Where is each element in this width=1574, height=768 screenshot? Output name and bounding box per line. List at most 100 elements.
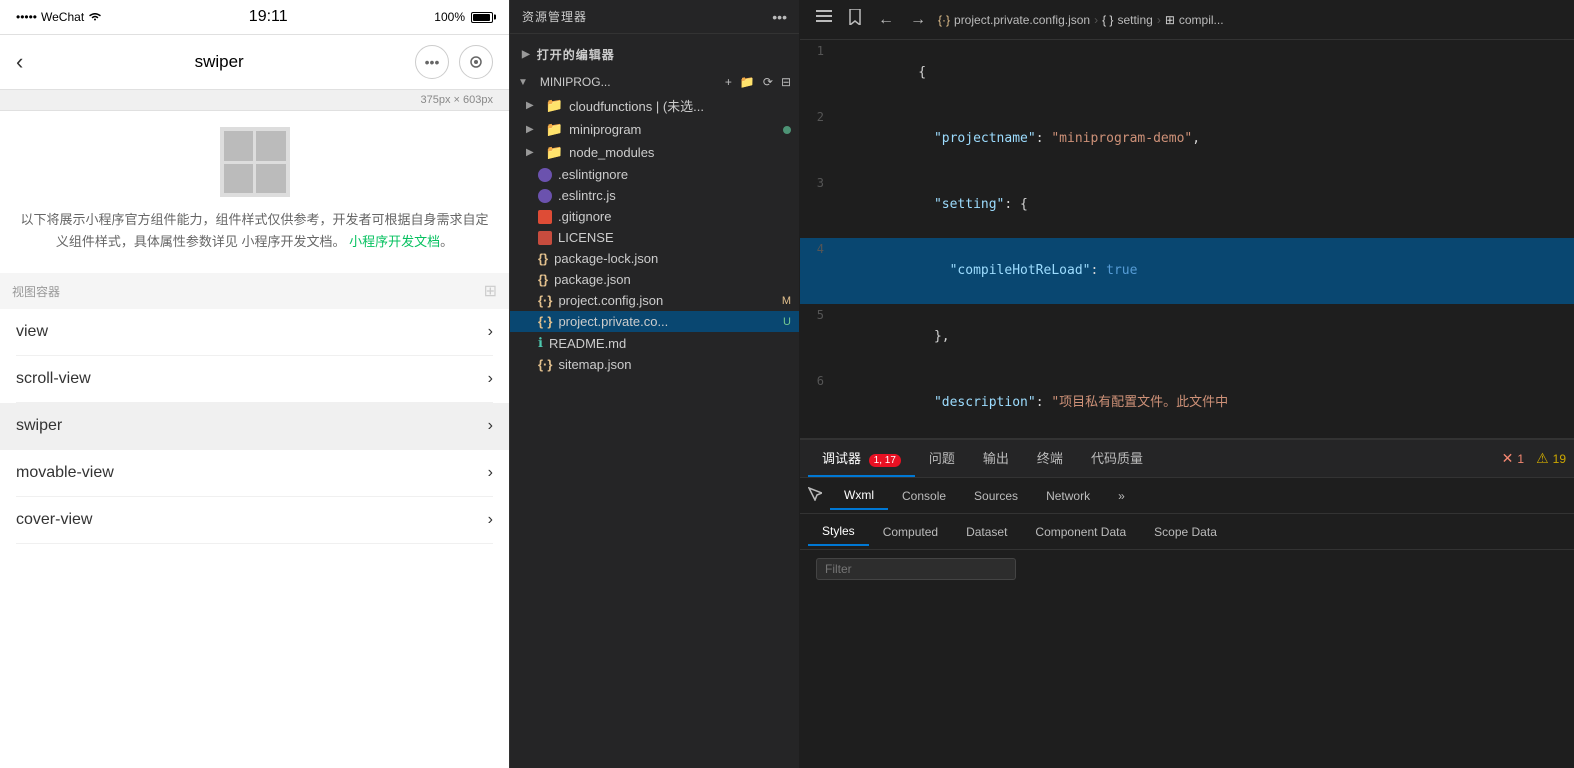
nav-item-swiper[interactable]: swiper ›	[0, 403, 509, 450]
miniprogram-badge	[783, 126, 791, 134]
devtools-panel: 调试器 1, 17 问题 输出 终端 代码质量 ✕ 1 ⚠	[800, 438, 1574, 768]
new-file-icon[interactable]: +	[725, 75, 732, 89]
file-eslintrc[interactable]: .eslintrc.js	[510, 185, 799, 206]
subtab-component-data-label: Component Data	[1035, 525, 1126, 539]
node-modules-chevron: ▶	[526, 147, 534, 158]
bookmark-icon[interactable]	[844, 5, 866, 34]
code-line-5: 5 },	[800, 304, 1574, 370]
package-lock-icon: {}	[538, 251, 548, 266]
warn-badge: ⚠ 19	[1536, 450, 1566, 467]
phone-dimensions: 375px × 603px	[0, 90, 509, 111]
editor-content[interactable]: 1 { 2 "projectname": "miniprogram-demo",…	[800, 40, 1574, 438]
file-eslintignore[interactable]: .eslintignore	[510, 164, 799, 185]
file-explorer-title: 资源管理器	[522, 8, 587, 25]
package-json-label: package.json	[554, 272, 631, 287]
subtab-dataset[interactable]: Dataset	[952, 519, 1021, 545]
toolbar-tab-more-label: »	[1118, 489, 1125, 503]
more-options-icon[interactable]: •••	[772, 9, 787, 25]
code-line-4: 4 "compileHotReLoad": true	[800, 238, 1574, 304]
file-project-private[interactable]: {·} project.private.co... U	[510, 311, 799, 332]
nav-arrow-cover-view: ›	[488, 511, 493, 529]
refresh-icon[interactable]: ⟳	[763, 75, 773, 89]
new-folder-icon[interactable]: 📁	[740, 75, 755, 89]
toolbar-tab-more[interactable]: »	[1104, 483, 1139, 509]
statusbar-time: 19:11	[249, 8, 288, 26]
subtab-styles[interactable]: Styles	[808, 518, 869, 546]
section-header-label: 视图容器	[12, 283, 60, 300]
nav-item-movable-view-label: movable-view	[16, 464, 114, 482]
folder-node-modules[interactable]: ▶ 📁 node_modules	[510, 141, 799, 164]
eslintrc-label: .eslintrc.js	[558, 188, 616, 203]
nav-item-movable-view[interactable]: movable-view ›	[16, 450, 493, 497]
battery-icon	[471, 12, 493, 23]
toolbar-tab-wxml[interactable]: Wxml	[830, 482, 888, 510]
file-project-config[interactable]: {·} project.config.json M	[510, 290, 799, 311]
file-package-lock[interactable]: {} package-lock.json	[510, 248, 799, 269]
more-button[interactable]: •••	[415, 45, 449, 79]
forward-nav-icon[interactable]: →	[906, 7, 930, 33]
root-folder-header[interactable]: ▼ MINIPROG... + 📁 ⟳ ⊟	[510, 71, 799, 93]
devtools-content	[800, 550, 1574, 768]
folder-cloudfunctions[interactable]: ▶ 📁 cloudfunctions | (未选...	[510, 93, 799, 118]
breadcrumb-sep-1: ›	[1094, 13, 1098, 27]
tab-terminal[interactable]: 终端	[1023, 440, 1077, 477]
error-badge: ✕ 1	[1502, 450, 1524, 467]
section-header: 视图容器 ⊞	[0, 273, 509, 309]
open-editors-header[interactable]: ▶ 打开的编辑器	[510, 42, 799, 67]
folder-miniprogram[interactable]: ▶ 📁 miniprogram	[510, 118, 799, 141]
tab-output[interactable]: 输出	[969, 440, 1023, 477]
docs-link[interactable]: 小程序开发文档	[349, 234, 440, 249]
list-view-icon[interactable]	[812, 6, 836, 33]
code-line-2: 2 "projectname": "miniprogram-demo",	[800, 106, 1574, 172]
breadcrumb-sep-2: ›	[1157, 13, 1161, 27]
devtools-tabbar: 调试器 1, 17 问题 输出 终端 代码质量 ✕ 1 ⚠	[800, 440, 1574, 478]
project-private-badge: U	[783, 316, 791, 328]
subtab-scope-data[interactable]: Scope Data	[1140, 519, 1231, 545]
collapse-icon[interactable]: ⊟	[781, 75, 791, 89]
element-selector-icon[interactable]	[808, 487, 822, 504]
subtab-computed-label: Computed	[883, 525, 938, 539]
back-button[interactable]: ‹	[16, 49, 23, 75]
toolbar-tab-sources[interactable]: Sources	[960, 483, 1032, 509]
file-readme[interactable]: ℹ README.md	[510, 332, 799, 354]
statusbar-left: ••••• WeChat	[16, 10, 102, 24]
toolbar-tab-network[interactable]: Network	[1032, 483, 1104, 509]
file-license[interactable]: LICENSE	[510, 227, 799, 248]
signal-label: WeChat	[41, 10, 84, 24]
subtab-computed[interactable]: Computed	[869, 519, 952, 545]
signal-dots: •••••	[16, 10, 37, 24]
miniprogram-label: miniprogram	[569, 122, 641, 137]
file-gitignore[interactable]: .gitignore	[510, 206, 799, 227]
line-num-3: 3	[800, 172, 840, 194]
tab-problems[interactable]: 问题	[915, 440, 969, 477]
gitignore-label: .gitignore	[558, 209, 611, 224]
back-nav-icon[interactable]: ←	[874, 7, 898, 33]
file-package-json[interactable]: {} package.json	[510, 269, 799, 290]
nav-item-view[interactable]: view ›	[16, 309, 493, 356]
subtab-component-data[interactable]: Component Data	[1021, 519, 1140, 545]
nav-item-scroll-view[interactable]: scroll-view ›	[16, 356, 493, 403]
error-count: 1	[1517, 452, 1524, 466]
line-num-5: 5	[800, 304, 840, 326]
nav-item-cover-view-label: cover-view	[16, 511, 92, 529]
file-explorer-panel: 资源管理器 ••• ▶ 打开的编辑器 ▼ MINIPROG... + 📁 ⟳ ⊟	[510, 0, 800, 768]
gitignore-icon	[538, 210, 552, 224]
warn-triangle-icon: ⚠	[1536, 450, 1549, 467]
toolbar-tab-console[interactable]: Console	[888, 483, 960, 509]
file-sitemap[interactable]: {·} sitemap.json	[510, 354, 799, 375]
phone-content[interactable]: 以下将展示小程序官方组件能力，组件样式仅供参考，开发者可根据自身需求自定义组件样…	[0, 111, 509, 768]
tab-debugger-label: 调试器	[822, 451, 861, 466]
subtab-scope-data-label: Scope Data	[1154, 525, 1217, 539]
cloudfunctions-label: cloudfunctions | (未选...	[569, 96, 704, 115]
file-tree[interactable]: ▶ 打开的编辑器 ▼ MINIPROG... + 📁 ⟳ ⊟ ▶ 📁 cloud…	[510, 34, 799, 768]
nav-item-cover-view[interactable]: cover-view ›	[16, 497, 493, 544]
nav-arrow-view: ›	[488, 323, 493, 341]
code-line-3: 3 "setting": {	[800, 172, 1574, 238]
filter-input[interactable]	[816, 558, 1016, 580]
code-line-1: 1 {	[800, 40, 1574, 106]
tab-code-quality[interactable]: 代码质量	[1077, 440, 1157, 477]
tab-debugger[interactable]: 调试器 1, 17	[808, 440, 915, 477]
record-button[interactable]	[459, 45, 493, 79]
editor-area[interactable]: 1 { 2 "projectname": "miniprogram-demo",…	[800, 40, 1574, 438]
line-content-6: "description": "项目私有配置文件。此文件中	[840, 370, 1574, 436]
